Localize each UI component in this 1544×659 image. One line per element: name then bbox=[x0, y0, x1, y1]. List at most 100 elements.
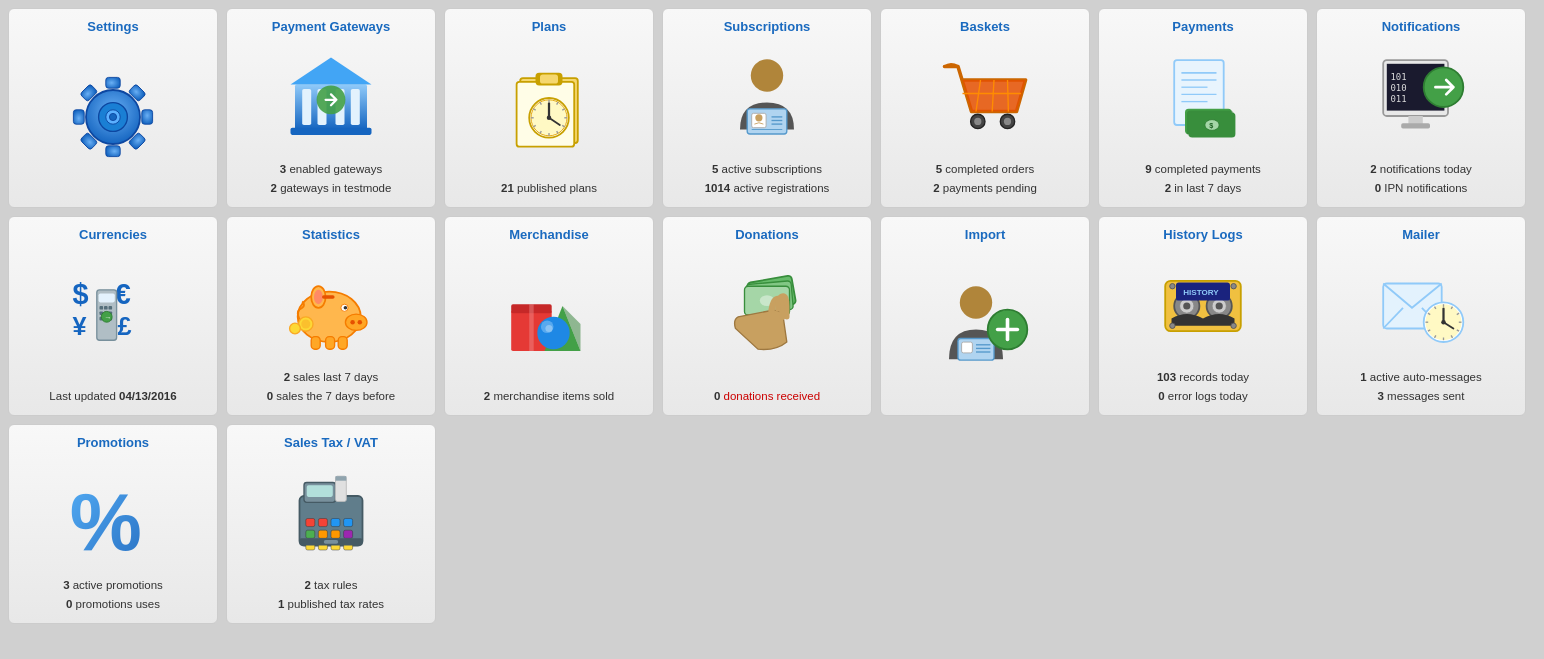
card-mailer[interactable]: Mailer 1 active auto-messages3 messages … bbox=[1316, 216, 1526, 416]
card-icon-history-logs: HISTORY bbox=[1158, 248, 1248, 364]
svg-rect-104 bbox=[338, 337, 347, 350]
svg-text:011: 011 bbox=[1390, 94, 1406, 104]
svg-rect-164 bbox=[307, 485, 333, 497]
svg-point-133 bbox=[1183, 303, 1190, 310]
card-stats-statistics: 2 sales last 7 days0 sales the 7 days be… bbox=[267, 368, 396, 405]
svg-point-55 bbox=[974, 118, 981, 125]
card-icon-statistics bbox=[286, 248, 376, 364]
svg-point-95 bbox=[345, 314, 367, 330]
card-title-mailer: Mailer bbox=[1402, 227, 1440, 242]
svg-rect-82 bbox=[99, 294, 115, 303]
svg-rect-24 bbox=[540, 75, 558, 84]
card-title-donations: Donations bbox=[735, 227, 799, 242]
card-title-import: Import bbox=[965, 227, 1005, 242]
card-icon-sales-tax bbox=[286, 456, 376, 572]
card-title-sales-tax: Sales Tax / VAT bbox=[284, 435, 378, 450]
svg-text:→: → bbox=[104, 313, 111, 322]
svg-rect-76 bbox=[1401, 123, 1430, 128]
card-title-payments: Payments bbox=[1172, 19, 1233, 34]
svg-text:%: % bbox=[70, 477, 142, 559]
svg-rect-168 bbox=[318, 519, 327, 527]
svg-rect-167 bbox=[306, 519, 315, 527]
svg-point-29 bbox=[547, 116, 552, 121]
svg-point-96 bbox=[350, 320, 355, 325]
svg-point-97 bbox=[358, 320, 363, 325]
svg-rect-19 bbox=[291, 128, 372, 135]
svg-rect-123 bbox=[962, 342, 973, 353]
svg-text:HISTORY: HISTORY bbox=[1183, 288, 1219, 297]
card-merchandise[interactable]: Merchandise 2 merchandise items sold bbox=[444, 216, 654, 416]
svg-rect-84 bbox=[104, 306, 108, 310]
card-history-logs[interactable]: History Logs HISTORY 103 records today0 … bbox=[1098, 216, 1308, 416]
svg-point-101 bbox=[314, 290, 323, 304]
svg-text:$: $ bbox=[73, 278, 89, 310]
card-baskets[interactable]: Baskets 5 completed orders2 payments pen… bbox=[880, 8, 1090, 208]
card-icon-payment-gateways bbox=[286, 40, 376, 156]
card-icon-subscriptions bbox=[722, 40, 812, 156]
card-title-subscriptions: Subscriptions bbox=[724, 19, 811, 34]
card-stats-promotions: 3 active promotions0 promotions uses bbox=[63, 576, 163, 613]
svg-rect-173 bbox=[331, 530, 340, 538]
card-payment-gateways[interactable]: Payment Gateways 3 enabled gateways2 gat… bbox=[226, 8, 436, 208]
card-stats-currencies: Last updated 04/13/2016 bbox=[49, 387, 176, 405]
card-title-currencies: Currencies bbox=[79, 227, 147, 242]
svg-rect-3 bbox=[106, 145, 120, 156]
card-payments[interactable]: Payments $ 9 completed payments2 in last… bbox=[1098, 8, 1308, 208]
svg-point-121 bbox=[960, 286, 992, 318]
card-currencies[interactable]: Currencies $ € ¥ £ → Last updated 04/13/… bbox=[8, 216, 218, 416]
card-icon-mailer bbox=[1376, 248, 1466, 364]
card-icon-notifications: 101 010 011 bbox=[1376, 40, 1466, 156]
svg-rect-174 bbox=[344, 530, 353, 538]
svg-text:101: 101 bbox=[1390, 72, 1406, 82]
svg-rect-171 bbox=[306, 530, 315, 538]
card-icon-promotions: % bbox=[68, 456, 158, 572]
card-stats-subscriptions: 5 active subscriptions1014 active regist… bbox=[705, 160, 830, 197]
card-sales-tax[interactable]: Sales Tax / VAT 2 tax rules1 published t… bbox=[226, 424, 436, 624]
svg-rect-111 bbox=[529, 304, 534, 351]
svg-text:010: 010 bbox=[1390, 83, 1406, 93]
card-icon-baskets bbox=[940, 40, 1030, 156]
svg-point-139 bbox=[1170, 284, 1175, 289]
svg-point-136 bbox=[1216, 303, 1223, 310]
svg-rect-102 bbox=[311, 337, 320, 350]
svg-point-57 bbox=[1004, 118, 1011, 125]
svg-rect-85 bbox=[109, 306, 113, 310]
svg-point-148 bbox=[1441, 320, 1446, 325]
svg-point-141 bbox=[1170, 323, 1175, 328]
card-icon-import bbox=[940, 248, 1030, 401]
card-title-notifications: Notifications bbox=[1382, 19, 1461, 34]
card-donations[interactable]: Donations 0 donations received bbox=[662, 216, 872, 416]
card-title-plans: Plans bbox=[532, 19, 567, 34]
card-plans[interactable]: Plans 21 published plans bbox=[444, 8, 654, 208]
card-stats-donations: 0 donations received bbox=[714, 387, 820, 405]
card-icon-payments: $ bbox=[1158, 40, 1248, 156]
card-settings[interactable]: Settings bbox=[8, 8, 218, 208]
card-notifications[interactable]: Notifications 101 010 011 2 notification… bbox=[1316, 8, 1526, 208]
svg-rect-7 bbox=[106, 77, 120, 88]
card-stats-plans: 21 published plans bbox=[501, 179, 597, 197]
card-promotions[interactable]: Promotions % 3 active promotions0 promot… bbox=[8, 424, 218, 624]
svg-rect-172 bbox=[318, 530, 327, 538]
card-statistics[interactable]: Statistics 2 sales last 7 da bbox=[226, 216, 436, 416]
svg-point-12 bbox=[109, 113, 116, 120]
card-stats-sales-tax: 2 tax rules1 published tax rates bbox=[278, 576, 384, 613]
svg-marker-14 bbox=[291, 58, 372, 85]
dashboard-grid: Settings Payment Gateways bbox=[8, 8, 1536, 624]
card-import[interactable]: Import bbox=[880, 216, 1090, 416]
svg-point-140 bbox=[1231, 284, 1236, 289]
svg-rect-18 bbox=[351, 89, 360, 125]
card-title-baskets: Baskets bbox=[960, 19, 1010, 34]
svg-rect-83 bbox=[100, 306, 104, 310]
card-stats-history-logs: 103 records today0 error logs today bbox=[1157, 368, 1249, 405]
svg-text:$: $ bbox=[1209, 121, 1213, 130]
card-icon-donations bbox=[722, 248, 812, 383]
card-title-promotions: Promotions bbox=[77, 435, 149, 450]
svg-rect-1 bbox=[142, 109, 153, 123]
svg-point-142 bbox=[1231, 323, 1236, 328]
card-title-merchandise: Merchandise bbox=[509, 227, 588, 242]
card-icon-plans bbox=[504, 40, 594, 175]
svg-rect-103 bbox=[326, 337, 335, 350]
svg-point-108 bbox=[290, 323, 301, 334]
card-subscriptions[interactable]: Subscriptions 5 active subscriptions1014… bbox=[662, 8, 872, 208]
card-stats-merchandise: 2 merchandise items sold bbox=[484, 387, 614, 405]
